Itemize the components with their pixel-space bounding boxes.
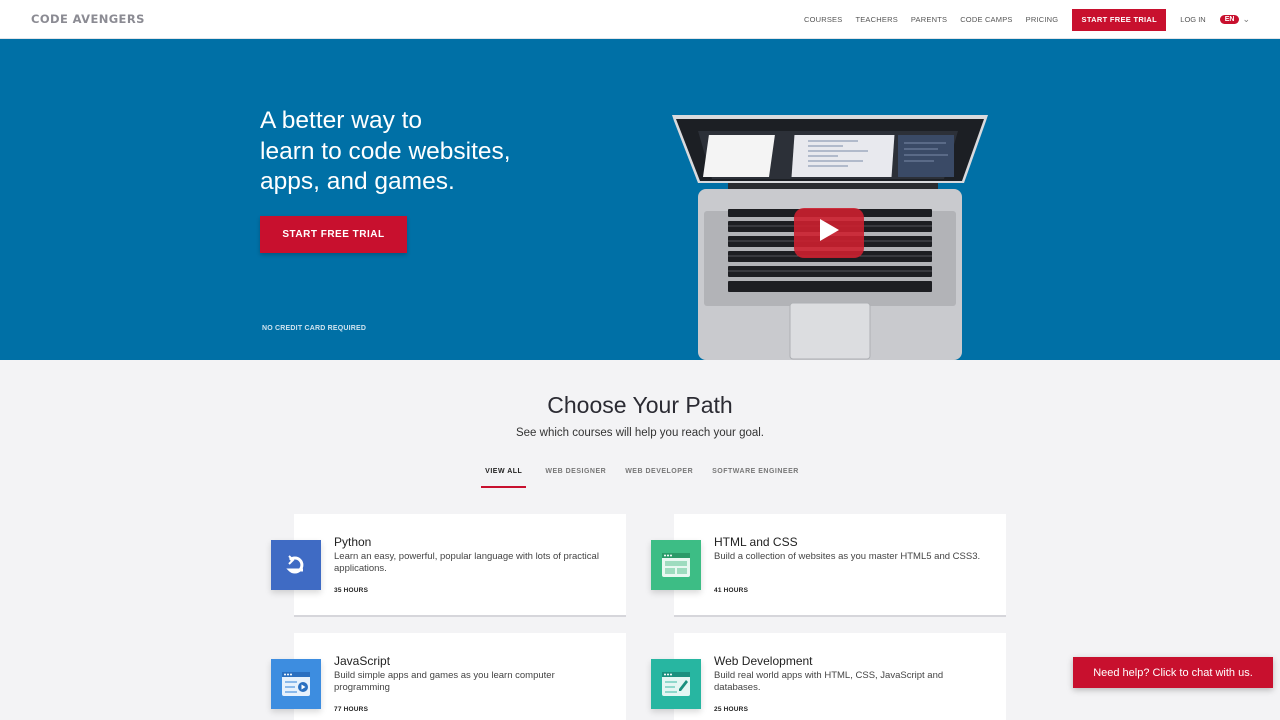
tab-software-engineer[interactable]: SOFTWARE ENGINEER — [712, 468, 799, 488]
course-card-javascript[interactable]: JavaScript Build simple apps and games a… — [271, 633, 626, 720]
hero-headline-line-1: A better way to — [260, 107, 423, 134]
python-icon — [271, 540, 321, 590]
choose-path-subtitle: See which courses will help you reach yo… — [515, 427, 765, 439]
nav-parents[interactable]: PARENTS — [911, 15, 947, 24]
course-title: Python — [334, 535, 372, 549]
web-development-icon — [651, 659, 701, 709]
language-badge: EN — [1219, 15, 1240, 24]
hero-section: A better way to learn to code websites, … — [0, 39, 1280, 360]
no-credit-card-note: NO CREDIT CARD REQUIRED — [262, 325, 367, 332]
chevron-down-icon: ⌄ — [1242, 14, 1250, 24]
hero-headline-line-2: learn to code websites, — [260, 137, 511, 165]
nav-courses[interactable]: COURSES — [804, 15, 843, 24]
tab-view-all[interactable]: VIEW ALL — [481, 468, 527, 488]
html-css-icon — [651, 540, 701, 590]
top-navbar: CODE AVENGERS COURSES TEACHERS PARENTS C… — [0, 0, 1280, 39]
chat-help-button[interactable]: Need help? Click to chat with us. — [1073, 657, 1273, 688]
hero-headline-line-3: apps, and games. — [260, 168, 455, 195]
tab-web-developer[interactable]: WEB DEVELOPER — [625, 468, 693, 488]
nav-code-camps[interactable]: CODE CAMPS — [960, 15, 1012, 24]
course-card-html-css[interactable]: HTML and CSS Build a collection of websi… — [651, 514, 1006, 617]
header-start-trial-button[interactable]: START FREE TRIAL — [1072, 8, 1167, 31]
nav-pricing[interactable]: PRICING — [1026, 15, 1059, 24]
course-hours: 35 HOURS — [334, 587, 369, 594]
course-hours: 41 HOURS — [714, 587, 749, 594]
main-nav: COURSES TEACHERS PARENTS CODE CAMPS PRIC… — [791, 0, 1250, 39]
javascript-icon — [271, 659, 321, 709]
course-hours: 77 HOURS — [334, 706, 369, 713]
course-description: Build simple apps and games as you learn… — [334, 670, 555, 693]
course-title: JavaScript — [334, 654, 391, 668]
hero-headline: A better way to learn to code websites, … — [260, 106, 590, 198]
course-description: Build real world apps with HTML, CSS, Ja… — [714, 670, 944, 693]
course-title: HTML and CSS — [714, 535, 798, 549]
course-card-web-development[interactable]: Web Development Build real world apps wi… — [651, 633, 1006, 720]
laptop-video-thumbnail[interactable] — [668, 113, 992, 360]
language-selector[interactable]: EN ⌄ — [1219, 14, 1250, 25]
code-avengers-logo[interactable]: CODE AVENGERS — [31, 12, 145, 26]
path-tabs: VIEW ALL WEB DESIGNER WEB DEVELOPER SOFT… — [0, 468, 1280, 488]
course-description: Build a collection of websites as you ma… — [714, 551, 981, 562]
course-card-python[interactable]: Python Learn an easy, powerful, popular … — [271, 514, 626, 617]
nav-teachers[interactable]: TEACHERS — [855, 15, 897, 24]
course-description: Learn an easy, powerful, popular languag… — [334, 551, 599, 574]
tab-web-designer[interactable]: WEB DESIGNER — [545, 468, 606, 488]
login-link[interactable]: LOG IN — [1180, 15, 1205, 24]
course-hours: 25 HOURS — [714, 706, 749, 713]
hero-start-trial-button[interactable]: START FREE TRIAL — [260, 216, 407, 253]
choose-path-title: Choose Your Path — [547, 392, 733, 418]
course-title: Web Development — [714, 654, 813, 668]
